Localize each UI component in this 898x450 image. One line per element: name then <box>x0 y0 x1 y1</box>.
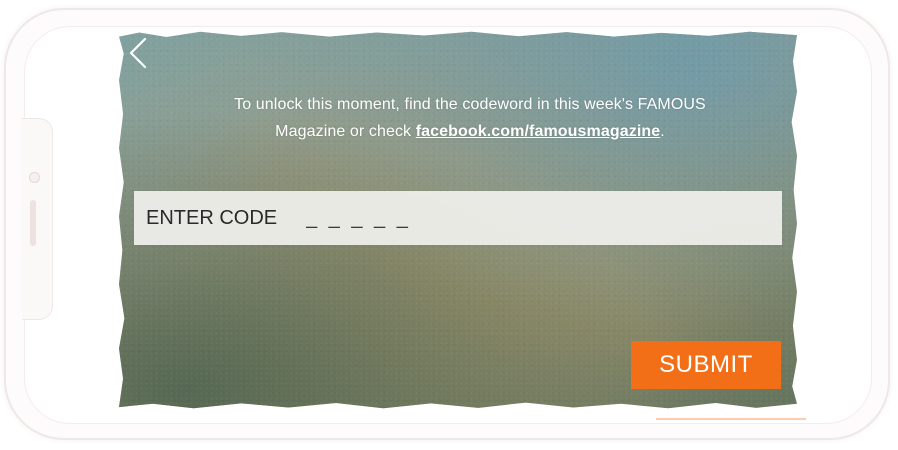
bottom-accent-line <box>656 418 806 420</box>
chevron-left-icon <box>129 37 147 69</box>
phone-notch <box>22 118 53 320</box>
instruction-line-1: To unlock this moment, find the codeword… <box>234 96 706 113</box>
instruction-line-2-prefix: Magazine or check <box>275 123 416 140</box>
app-screen: To unlock this moment, find the codeword… <box>119 31 797 409</box>
code-input[interactable] <box>304 197 782 239</box>
submit-button[interactable]: SUBMIT <box>631 341 781 389</box>
front-camera <box>29 172 40 183</box>
instruction-text: To unlock this moment, find the codeword… <box>159 91 781 145</box>
instruction-line-2-suffix: . <box>660 123 665 140</box>
code-entry-bar: ENTER CODE <box>134 191 782 245</box>
code-label: ENTER CODE <box>146 206 278 229</box>
facebook-link[interactable]: facebook.com/famousmagazine <box>416 123 661 140</box>
back-button[interactable] <box>123 35 153 71</box>
phone-speaker <box>30 200 36 246</box>
